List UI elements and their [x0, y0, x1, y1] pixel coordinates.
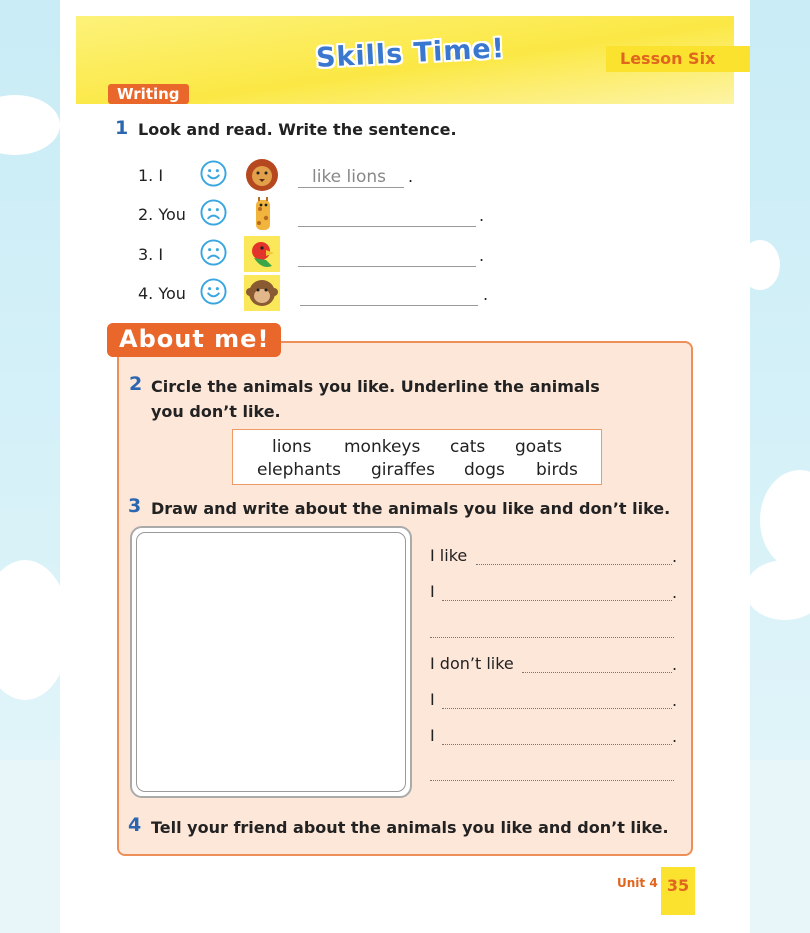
period: .	[672, 583, 678, 602]
smiley-face-icon	[200, 278, 227, 305]
word-item[interactable]: lions	[272, 437, 311, 457]
prompt-i: I	[430, 726, 435, 745]
writing-line[interactable]	[522, 671, 672, 673]
cloud-decoration	[0, 95, 60, 155]
writing-line[interactable]	[430, 636, 674, 638]
answer-line[interactable]	[298, 246, 476, 267]
sample-answer: like lions	[312, 167, 387, 187]
period: .	[672, 691, 678, 710]
question-instruction: Draw and write about the animals you lik…	[151, 499, 671, 518]
prompt-i-dont-like: I don’t like	[430, 654, 514, 673]
cloud-decoration	[745, 560, 810, 620]
period: .	[672, 655, 678, 674]
period: .	[672, 547, 678, 566]
word-item[interactable]: dogs	[464, 460, 505, 480]
period: .	[672, 727, 678, 746]
writing-line[interactable]	[442, 707, 672, 709]
word-item[interactable]: cats	[450, 437, 485, 457]
prompt-i: I	[430, 690, 435, 709]
answer-line[interactable]: like lions	[298, 167, 404, 188]
row-number: 1. I	[138, 166, 164, 185]
prompt-i: I	[430, 582, 435, 601]
writing-line[interactable]	[442, 743, 672, 745]
exercise-row: 1. I like lions .	[138, 157, 498, 193]
parrot-icon	[244, 236, 280, 272]
period: .	[408, 167, 414, 186]
word-item[interactable]: elephants	[257, 460, 341, 480]
cloud-decoration	[760, 470, 810, 570]
period: .	[479, 246, 485, 265]
writing-line[interactable]	[476, 563, 672, 565]
about-me-tag: About me!	[107, 323, 282, 357]
writing-line[interactable]	[430, 779, 674, 781]
word-item[interactable]: monkeys	[344, 437, 420, 457]
row-number: 4. You	[138, 284, 186, 303]
row-number: 3. I	[138, 245, 164, 264]
giraffe-icon	[244, 196, 280, 232]
question-instruction-line: you don’t like.	[151, 402, 281, 421]
monkey-icon	[244, 275, 280, 311]
unit-label: Unit 4	[617, 876, 658, 890]
period: .	[483, 285, 489, 304]
page-title: Skills Time!	[315, 33, 506, 74]
sad-face-icon	[200, 239, 227, 266]
question-number: 1	[115, 117, 129, 139]
question-instruction-line: Circle the animals you like. Underline t…	[151, 377, 600, 396]
row-number: 2. You	[138, 205, 186, 224]
word-item[interactable]: giraffes	[371, 460, 435, 480]
page-number: 35	[661, 867, 695, 915]
question-number: 2	[129, 373, 143, 395]
question-number: 4	[128, 814, 142, 836]
workbook-page: Skills Time! Lesson Six Writing 1 Look a…	[60, 0, 750, 933]
period: .	[479, 206, 485, 225]
lion-icon	[244, 157, 280, 193]
section-tag-writing: Writing	[108, 84, 189, 104]
exercise-row: 3. I .	[138, 236, 498, 272]
answer-line[interactable]	[300, 285, 478, 306]
lesson-label: Lesson Six	[606, 46, 750, 72]
prompt-i-like: I like	[430, 546, 468, 565]
smiley-face-icon	[200, 160, 227, 187]
answer-line[interactable]	[298, 206, 476, 227]
word-item[interactable]: goats	[515, 437, 562, 457]
exercise-row: 2. You .	[138, 196, 498, 232]
drawing-area[interactable]	[130, 526, 412, 798]
question-number: 3	[128, 495, 142, 517]
writing-line[interactable]	[442, 599, 672, 601]
drawing-area-inner	[136, 532, 406, 792]
exercise-row: 4. You .	[138, 275, 498, 311]
question-instruction: Tell your friend about the animals you l…	[151, 818, 669, 837]
sad-face-icon	[200, 199, 227, 226]
word-item[interactable]: birds	[536, 460, 578, 480]
question-instruction: Look and read. Write the sentence.	[138, 120, 457, 139]
